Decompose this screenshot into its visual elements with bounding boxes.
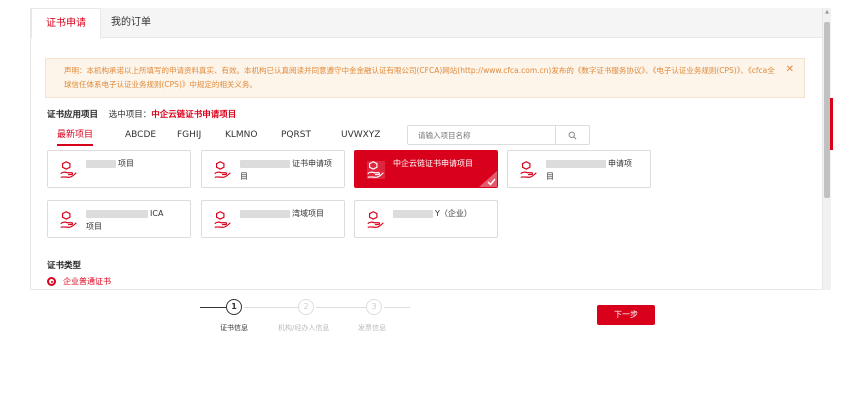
- redacted-text: [393, 209, 433, 218]
- cert-hand-icon: [214, 211, 231, 228]
- step-2-circle: 2: [298, 299, 314, 315]
- filter-klmno[interactable]: KLMNO: [225, 126, 258, 144]
- search-box: [407, 125, 590, 145]
- project-card[interactable]: 证书申请项目: [201, 150, 345, 188]
- project-card[interactable]: 申请项目: [507, 150, 651, 188]
- cert-hand-icon: [366, 160, 386, 180]
- cert-hand-icon: [60, 161, 77, 178]
- checkmark-icon: [479, 171, 497, 187]
- card-title-line2: 目: [546, 172, 554, 181]
- cert-type-radio[interactable]: 企业普通证书: [47, 276, 111, 287]
- cert-hand-icon: [60, 211, 77, 228]
- filter-uvwxyz[interactable]: UVWXYZ: [341, 126, 380, 144]
- selected-project: 中企云链证书申请项目: [151, 110, 237, 120]
- cert-type-title: 证书类型: [47, 261, 82, 271]
- project-card-selected[interactable]: 中企云链证书申请项目: [354, 150, 498, 188]
- card-title: ICA: [150, 209, 164, 218]
- next-step-button[interactable]: 下一步: [597, 305, 655, 325]
- filter-abcde[interactable]: ABCDE: [125, 126, 156, 144]
- project-label: 证书应用项目: [47, 110, 99, 120]
- project-card[interactable]: 项目: [47, 150, 191, 188]
- filter-latest[interactable]: 最新项目: [57, 126, 94, 146]
- main-panel: 证书申请 我的订单 声明：本机构承诺以上所填写的申请资料真实、有效。本机构已认真…: [30, 8, 823, 290]
- redacted-text: [86, 209, 148, 218]
- card-title: 中企云链证书申请项目: [393, 159, 473, 168]
- project-card[interactable]: ICA 项目: [47, 200, 191, 238]
- search-input[interactable]: [408, 126, 556, 144]
- scroll-up-icon[interactable]: ▲: [824, 8, 830, 16]
- selected-prefix: 选中项目：: [108, 110, 152, 120]
- card-title: 证书申请项: [292, 159, 332, 168]
- radio-checked-icon: [47, 277, 56, 286]
- redacted-text: [240, 159, 290, 168]
- step-line: [244, 307, 298, 308]
- tab-bar: 证书申请 我的订单: [31, 8, 822, 39]
- card-title: 湾域项目: [292, 209, 324, 218]
- tab-my-orders[interactable]: 我的订单: [97, 8, 165, 38]
- step-line: [316, 307, 366, 308]
- step-line: [200, 307, 226, 308]
- redacted-text: [86, 159, 116, 168]
- tab-cert-apply[interactable]: 证书申请: [31, 8, 101, 39]
- project-row: 证书应用项目 选中项目：中企云链证书申请项目: [47, 108, 236, 122]
- filter-fghij[interactable]: FGHIJ: [177, 126, 201, 144]
- cert-hand-icon: [214, 161, 231, 178]
- card-title: 项目: [118, 159, 134, 168]
- notice-banner: 声明：本机构承诺以上所填写的申请资料真实、有效。本机构已认真阅读并同意遵守中金金…: [45, 58, 805, 98]
- cert-hand-icon: [520, 161, 537, 178]
- project-card[interactable]: Y（企业）: [354, 200, 498, 238]
- step-progress: 1 2 3 证书信息 机构/经办人信息 发票信息: [200, 296, 420, 336]
- card-title: Y（企业）: [435, 209, 472, 218]
- step-1-circle: 1: [226, 299, 242, 315]
- close-icon[interactable]: ✕: [786, 63, 794, 77]
- notice-text: 声明：本机构承诺以上所填写的申请资料真实、有效。本机构已认真阅读并同意遵守中金金…: [64, 66, 775, 89]
- redacted-text: [546, 159, 606, 168]
- redacted-text: [240, 209, 290, 218]
- step-line: [384, 307, 410, 308]
- card-title: 申请项: [608, 159, 632, 168]
- side-indicator: [830, 98, 833, 150]
- step-1-label: 证书信息: [220, 324, 248, 332]
- card-title-line2: 项目: [86, 222, 102, 231]
- cert-hand-icon: [367, 211, 384, 228]
- cert-type-option: 企业普通证书: [63, 277, 111, 286]
- project-card[interactable]: 湾域项目: [201, 200, 345, 238]
- step-3-label: 发票信息: [358, 324, 386, 332]
- step-2-label: 机构/经办人信息: [278, 324, 330, 332]
- card-title-line2: 目: [240, 172, 248, 181]
- step-3-circle: 3: [366, 299, 382, 315]
- filter-pqrst[interactable]: PQRST: [281, 126, 311, 144]
- app-frame: 证书申请 我的订单 声明：本机构承诺以上所填写的申请资料真实、有效。本机构已认真…: [0, 0, 860, 409]
- search-icon: [568, 131, 577, 139]
- search-button[interactable]: [555, 126, 589, 144]
